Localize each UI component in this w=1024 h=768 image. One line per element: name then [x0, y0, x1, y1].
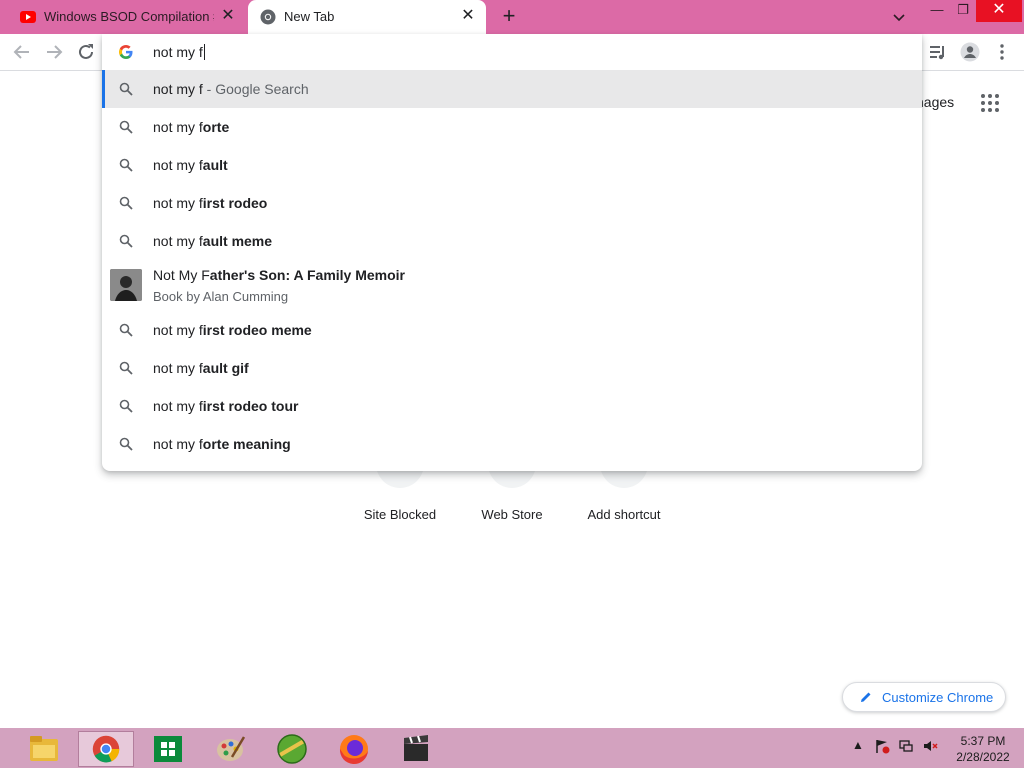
tab-strip: Windows BSOD Compilation #14 ✕ New Tab ✕…	[0, 0, 1024, 34]
customize-label: Customize Chrome	[882, 690, 994, 705]
chrome-icon	[260, 9, 276, 25]
file-explorer-icon[interactable]	[16, 731, 72, 767]
suggestion-text: not my fault	[153, 157, 228, 173]
entity-suggestion[interactable]: Not My Father's Son: A Family Memoir Boo…	[102, 259, 922, 311]
reload-icon[interactable]	[74, 40, 98, 64]
firefox-icon[interactable]	[326, 731, 382, 767]
suggestion-text: not my fault gif	[153, 360, 249, 376]
maps-icon[interactable]	[264, 731, 320, 767]
volume-muted-icon[interactable]	[922, 738, 938, 754]
suggestion-item[interactable]: not my fault	[102, 146, 922, 184]
suggestion-item[interactable]: not my first rodeo meme	[102, 311, 922, 349]
search-icon	[119, 437, 133, 451]
suggestion-item[interactable]: not my first rodeo	[102, 184, 922, 222]
windows-taskbar: ▲	[0, 728, 1024, 768]
tab-youtube[interactable]: Windows BSOD Compilation #14 ✕	[8, 0, 246, 34]
tab-title: New Tab	[284, 9, 335, 24]
profile-avatar-icon[interactable]	[960, 42, 980, 62]
search-icon	[119, 82, 133, 96]
google-apps-icon[interactable]	[980, 93, 1000, 113]
omnibox-input[interactable]: not my f	[153, 44, 205, 60]
search-icon	[119, 361, 133, 375]
shortcut-label: Site Blocked	[363, 507, 437, 522]
reading-list-icon[interactable]	[928, 42, 948, 62]
store-icon[interactable]	[140, 731, 196, 767]
shortcut-label: Add shortcut	[587, 507, 661, 522]
clock-date: 2/28/2022	[956, 750, 1010, 764]
book-thumbnail	[110, 269, 142, 301]
restore-button[interactable]: ❐	[948, 0, 978, 22]
paint-icon[interactable]	[202, 731, 258, 767]
more-menu-icon[interactable]	[994, 42, 1010, 62]
entity-subtitle: Book by Alan Cumming	[153, 289, 289, 304]
suggestion-item[interactable]: not my f - Google Search	[102, 70, 922, 108]
new-tab-button[interactable]: +	[498, 5, 520, 27]
suggestion-item[interactable]: not my fault gif	[102, 349, 922, 387]
omnibox-dropdown: not my f not my f - Google Search not my…	[102, 34, 922, 471]
suggestion-text: not my first rodeo tour	[153, 398, 299, 414]
taskbar-clock[interactable]: 5:37 PM 2/28/2022	[946, 733, 1020, 765]
suggestion-text: not my forte meaning	[153, 436, 291, 452]
entity-title: Not My Father's Son: A Family Memoir	[153, 267, 406, 283]
tab-title: Windows BSOD Compilation #14	[44, 9, 214, 24]
network-icon[interactable]	[898, 738, 914, 754]
tab-new-tab[interactable]: New Tab ✕	[248, 0, 486, 34]
search-icon	[119, 196, 133, 210]
shortcut-label: Web Store	[481, 507, 543, 522]
suggestion-text: not my first rodeo meme	[153, 322, 312, 338]
show-hidden-icons-icon[interactable]: ▲	[850, 738, 866, 754]
suggestion-text: not my first rodeo	[153, 195, 268, 211]
action-center-flag-icon[interactable]	[874, 738, 890, 754]
suggestion-text: not my fault meme	[153, 233, 273, 249]
movie-maker-icon[interactable]	[388, 731, 444, 767]
clock-time: 5:37 PM	[960, 734, 1006, 748]
youtube-icon	[20, 11, 36, 23]
suggestion-text: not my forte	[153, 119, 230, 135]
suggestion-item[interactable]: not my fault meme	[102, 222, 922, 260]
search-icon	[119, 234, 133, 248]
chrome-icon[interactable]	[78, 731, 134, 767]
search-icon	[119, 120, 133, 134]
pencil-icon	[861, 692, 871, 702]
search-icon	[119, 323, 133, 337]
suggestion-item[interactable]: not my forte meaning	[102, 425, 922, 463]
close-tab-icon[interactable]: ✕	[460, 8, 476, 24]
close-tab-icon[interactable]: ✕	[220, 8, 236, 24]
search-icon	[119, 158, 133, 172]
suggestion-item[interactable]: not my first rodeo tour	[102, 387, 922, 425]
search-icon	[119, 399, 133, 413]
close-window-button[interactable]: ✕	[976, 0, 1022, 22]
back-arrow-icon[interactable]	[10, 40, 34, 64]
chevron-down-icon[interactable]	[890, 8, 908, 26]
customize-chrome-button[interactable]: Customize Chrome	[842, 682, 1006, 712]
omnibox[interactable]: not my f	[102, 34, 922, 70]
forward-arrow-icon[interactable]	[42, 40, 66, 64]
suggestion-item[interactable]: not my forte	[102, 108, 922, 146]
google-g-icon	[119, 45, 133, 59]
suggestion-text: not my f - Google Search	[153, 81, 309, 97]
